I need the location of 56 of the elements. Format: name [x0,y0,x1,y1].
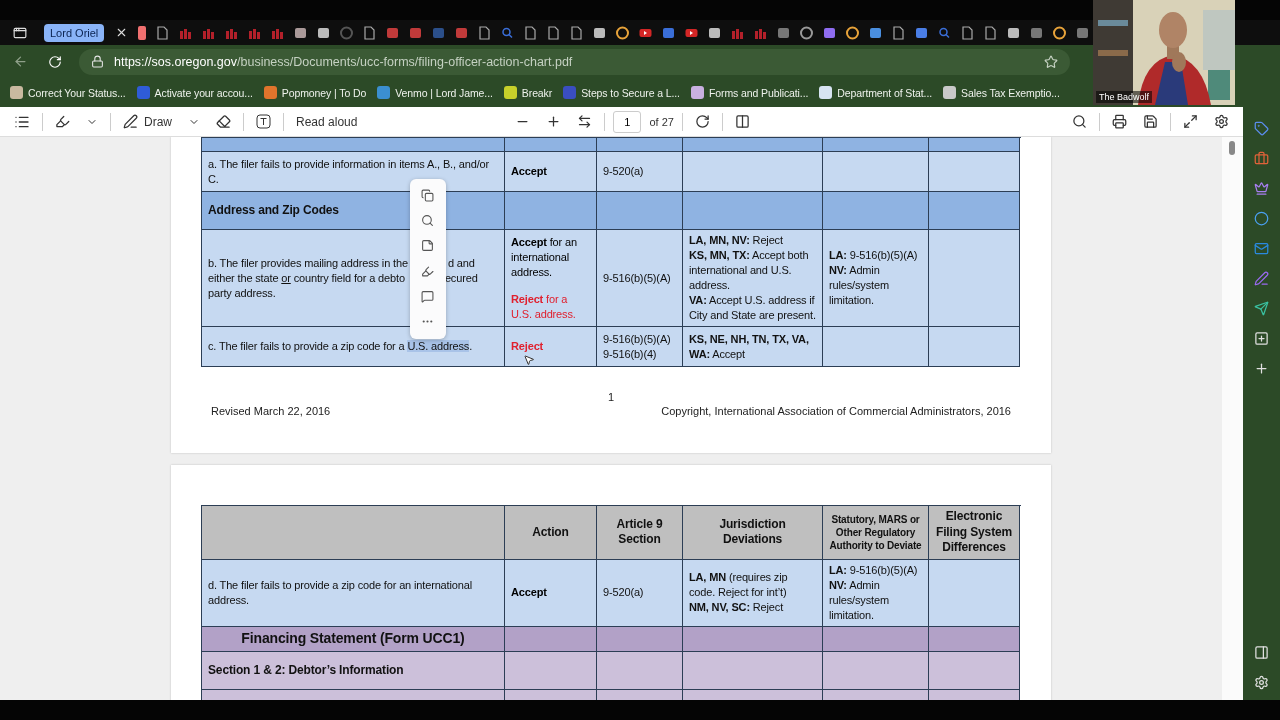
section-title: Address and Zip Codes [208,203,339,218]
cell-text: LA: 9-516(b)(5)(A) [829,248,918,263]
cell-text: either the state or country field for a debto [208,271,405,284]
footer-text: Revised March 22, 2016 [211,405,331,417]
cell-text: NM, NV, SC: Reject [689,600,784,616]
action-text: Accept [511,164,547,179]
cell-text: d. The filer fails to provide a zip code for an international address. [208,578,472,606]
bookmark[interactable]: Department of Stat... [819,86,933,99]
section-title: Financing Statement (Form UCC1) [241,631,465,647]
action-text: Reject for a U.S. address. [511,291,577,322]
cell-text: a. The filer fails to provide information in items A., B., and/or C. [208,157,490,185]
cell-text: KS, MN, TX: Accept both international and U.S. address. [689,248,810,293]
url-text: https://sos.oregon.gov/business/Documents/ucc-forms/filing-officer-action-chart.pdf [114,54,574,69]
cell-text: b. The filer provides mailing address in the [208,256,408,269]
bookmark[interactable]: Steps to Secure a L... [563,86,680,99]
bookmark[interactable]: Sales Tax Exemptio... [943,86,1060,99]
page-count: of 27 [649,115,674,128]
bookmark[interactable]: Breakr [503,86,553,99]
participant-name: The Badwolf [1096,91,1153,103]
cell-text: 9-520(a) [603,164,644,179]
cell-text: LA, MN, NV: Reject [689,233,783,248]
tab-group[interactable]: Lord Oriel [44,23,105,42]
cell-text: NV: Admin rules/system limitation. [829,263,890,308]
bookmark[interactable]: Correct Your Status... [10,86,126,99]
draw-button[interactable]: Draw [119,112,176,131]
action-text: Reject [511,339,544,354]
cell-text: KS, NE, NH, TN, TX, VA, WA: Accept [689,331,810,362]
page-number-field[interactable]: 1 [613,110,642,133]
column-heading: Action [532,524,569,541]
cell-text: d and [447,256,475,269]
cell-text: c. The filer fails to provide a zip code for a U.S. address. [208,340,473,352]
column-heading: Electronic Filing System Differences [935,509,1013,556]
cell-text: 9-516(b)(5)(A) [603,331,671,347]
column-heading: Jurisdiction Deviations [718,516,787,548]
bookmark[interactable]: Venmo | Lord Jame... [377,86,493,99]
bookmark[interactable]: Activate your accou... [136,86,253,99]
cell-text: 9-520(a) [603,585,644,601]
column-heading: Statutory, MARS or Other Regulatory Authority to Deviate [829,512,922,552]
cell-text: LA, MN (requires zip code. Reject for int’t) [689,570,789,601]
cell-text: party address. [208,286,276,299]
bookmark[interactable]: Popmoney | To Do [263,86,367,99]
address-bar[interactable]: https://sos.oregon.gov/business/Documents/ucc-forms/filing-officer-action-chart.pdf [79,48,1070,75]
footer-text: Copyright, International Association of Commercial Administrators, 2016 [661,405,1011,417]
page-number: 1 [606,391,616,403]
column-heading: Article 9 Section [615,516,664,548]
action-text: Accept [511,585,547,601]
cell-text: VA: Accept U.S. address if City and State are present. [689,293,816,323]
section-title: Section 1 & 2: Debtor’s Information [208,662,404,678]
cell-text: ecured [444,271,478,284]
cell-text: LA: 9-516(b)(5)(A) [829,562,918,578]
action-text: Accept for an international address. [511,234,578,280]
bookmark[interactable]: Forms and Publicati... [690,86,809,99]
cell-text: 9-516(b)(5)(A) [603,270,671,286]
cell-text: NV: Admin rules/system limitation. [829,577,890,623]
cell-text: 9-516(b)(4) [603,346,657,362]
read-aloud-button[interactable]: Read aloud [292,112,362,131]
